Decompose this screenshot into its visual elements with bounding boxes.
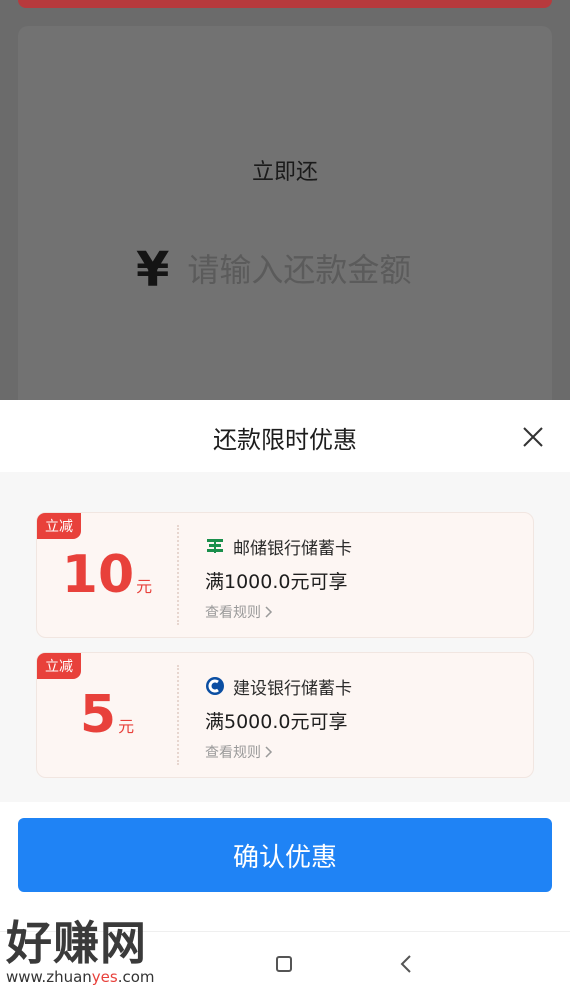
chevron-right-icon	[265, 746, 273, 758]
coupon-info: 建设银行储蓄卡 满5000.0元可享 查看规则	[205, 673, 523, 762]
watermark-url-suffix: .com	[117, 968, 155, 986]
view-rules-link[interactable]: 查看规则	[205, 742, 523, 762]
confirm-discount-button[interactable]: 确认优惠	[18, 818, 552, 892]
coupon-divider	[177, 665, 179, 765]
view-rules-label: 查看规则	[205, 605, 261, 621]
view-rules-label: 查看规则	[205, 745, 261, 761]
coupon-tag: 立减	[37, 653, 81, 679]
amount-input[interactable]	[187, 251, 488, 289]
chevron-right-icon	[265, 606, 273, 618]
coupon-condition: 满1000.0元可享	[205, 571, 348, 593]
coupon-card[interactable]: 立减 10 元 邮储银行储蓄卡 满1000.0元可享 查看规则	[36, 512, 534, 638]
coupon-card[interactable]: 立减 5元 建设银行储蓄卡 满5000.0元可享 查看规则	[36, 652, 534, 778]
watermark-url-prefix: www.zhuan	[6, 968, 92, 986]
coupon-amount: 10	[61, 545, 135, 605]
screen: 立即还 ¥ 还款限时优惠 立减 10元	[0, 0, 570, 1000]
coupon-unit: 元	[136, 577, 153, 596]
back-nav-icon[interactable]	[396, 952, 418, 976]
coupon-tag: 立减	[37, 513, 81, 539]
sheet-title: 还款限时优惠	[213, 426, 357, 454]
repay-card	[18, 26, 552, 426]
close-icon	[523, 427, 543, 447]
bank-name: 邮储银行储蓄卡	[233, 538, 352, 559]
coupon-list: 立减 10 元 邮储银行储蓄卡 满1000.0元可享 查看规则 立减 5 元 建…	[0, 472, 570, 802]
coupon-unit: 元	[118, 717, 135, 736]
coupon-amount: 5	[79, 685, 117, 745]
amount-row: ¥	[136, 240, 488, 300]
background-top-button	[18, 0, 552, 8]
watermark-logo: 好赚网	[6, 916, 147, 970]
currency-symbol: ¥	[136, 242, 170, 298]
postal-bank-icon	[207, 539, 223, 553]
repay-title: 立即还	[251, 160, 318, 185]
discount-sheet: 还款限时优惠 立减 10 元 邮储银行储蓄卡 满1000.0元可享 查看规则 立…	[0, 400, 570, 1000]
watermark-url-highlight: yes	[91, 968, 118, 986]
coupon-condition: 满5000.0元可享	[205, 711, 348, 733]
coupon-divider	[177, 525, 179, 625]
coupon-value: 10 元	[37, 549, 177, 601]
view-rules-link[interactable]: 查看规则	[205, 602, 523, 622]
bank-row: 邮储银行储蓄卡	[205, 533, 523, 559]
watermark-url: www.zhuanyes.com	[6, 968, 155, 986]
bank-name: 建设银行储蓄卡	[233, 678, 352, 699]
coupon-value: 5元	[37, 689, 177, 741]
home-nav-icon[interactable]	[276, 956, 292, 972]
sheet-header: 还款限时优惠	[0, 400, 570, 473]
coupon-info: 邮储银行储蓄卡 满1000.0元可享 查看规则	[205, 533, 523, 622]
close-button[interactable]	[522, 426, 544, 448]
watermark: 好赚网 www.zhuanyes.com	[6, 920, 155, 986]
ccb-bank-icon	[206, 677, 224, 695]
bank-row: 建设银行储蓄卡	[205, 673, 523, 699]
